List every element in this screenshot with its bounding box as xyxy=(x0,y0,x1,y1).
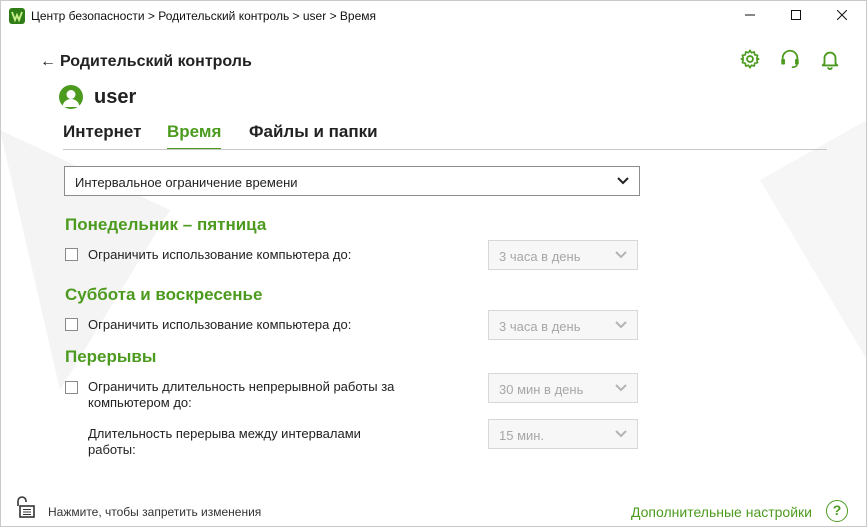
time-mode-select[interactable]: Интервальное ограничение времени xyxy=(64,166,640,196)
gear-icon[interactable] xyxy=(739,48,761,70)
app-logo-icon xyxy=(9,8,25,24)
chevron-down-icon xyxy=(615,321,627,329)
weekdays-limit-dropdown[interactable]: 3 часа в день xyxy=(488,240,638,270)
user-icon xyxy=(62,90,80,107)
more-settings-link[interactable]: Дополнительные настройки xyxy=(631,504,812,520)
chevron-down-icon xyxy=(615,384,627,392)
help-icon[interactable]: ? xyxy=(826,500,848,522)
avatar xyxy=(59,85,83,109)
break-duration-label-line2: работы: xyxy=(88,442,136,457)
breaks-title: Перерывы xyxy=(65,347,157,366)
back-link-label: Родительский контроль xyxy=(60,53,252,70)
weekend-limit-checkbox[interactable] xyxy=(65,318,78,331)
continuous-work-checkbox[interactable] xyxy=(65,381,78,394)
tab-time[interactable]: Время xyxy=(167,122,222,150)
break-duration-dropdown[interactable]: 15 мин. xyxy=(488,419,638,449)
tab-files-folders[interactable]: Файлы и папки xyxy=(249,122,378,148)
bell-icon[interactable] xyxy=(819,48,841,70)
weekend-limit-value: 3 часа в день xyxy=(499,319,581,334)
chevron-down-icon xyxy=(615,430,627,438)
chevron-down-icon xyxy=(617,177,629,185)
continuous-work-label-line1: Ограничить длительность непрерывной рабо… xyxy=(88,379,395,394)
break-duration-label-line1: Длительность перерыва между интервалами xyxy=(88,426,361,441)
tab-divider xyxy=(63,149,827,150)
back-arrow-icon: ← xyxy=(40,53,56,70)
maximize-icon xyxy=(791,10,801,20)
continuous-work-label-line2: компьютером до: xyxy=(88,395,192,410)
minimize-button[interactable] xyxy=(727,0,773,30)
weekdays-limit-label: Ограничить использование компьютера до: xyxy=(88,247,352,262)
weekdays-limit-checkbox[interactable] xyxy=(65,248,78,261)
minimize-icon xyxy=(745,14,755,16)
time-mode-value: Интервальное ограничение времени xyxy=(75,175,298,190)
continuous-work-value: 30 мин в день xyxy=(499,382,584,397)
tab-internet[interactable]: Интернет xyxy=(63,122,141,148)
continuous-work-dropdown[interactable]: 30 мин в день xyxy=(488,373,638,403)
lock-changes-link[interactable]: Нажмите, чтобы запретить изменения xyxy=(48,505,261,519)
break-duration-value: 15 мин. xyxy=(499,428,545,443)
break-duration-label: Длительность перерыва между интервалами … xyxy=(88,426,361,458)
back-link[interactable]: ← Родительский контроль xyxy=(40,53,252,71)
weekdays-title: Понедельник – пятница xyxy=(65,215,267,234)
maximize-button[interactable] xyxy=(773,0,819,30)
weekend-limit-label: Ограничить использование компьютера до: xyxy=(88,317,352,332)
close-icon xyxy=(837,10,847,20)
weekdays-limit-value: 3 часа в день xyxy=(499,249,581,264)
unlock-icon[interactable] xyxy=(14,495,36,519)
chevron-down-icon xyxy=(615,251,627,259)
title-bar: Центр безопасности > Родительский контро… xyxy=(0,0,867,32)
user-name: user xyxy=(94,86,137,108)
window-title: Центр безопасности > Родительский контро… xyxy=(31,9,377,23)
close-button[interactable] xyxy=(819,0,865,30)
weekend-limit-dropdown[interactable]: 3 часа в день xyxy=(488,310,638,340)
headset-icon[interactable] xyxy=(779,48,801,70)
continuous-work-label: Ограничить длительность непрерывной рабо… xyxy=(88,379,394,411)
weekend-title: Суббота и воскресенье xyxy=(65,285,263,304)
